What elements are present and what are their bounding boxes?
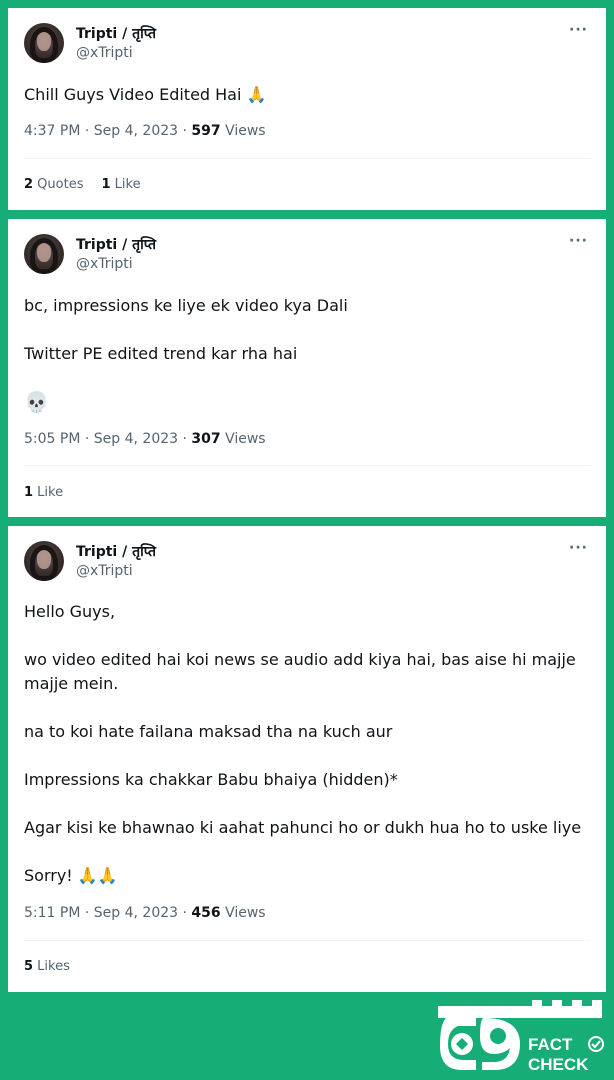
views-label: Views: [220, 431, 266, 447]
tweet-stats: 5 Likes: [24, 959, 88, 974]
display-name[interactable]: Tripti / तृप्ति: [76, 542, 156, 561]
divider: [24, 465, 590, 466]
more-options-icon[interactable]: ···: [569, 540, 588, 556]
skull-emoji: 💀: [24, 390, 49, 414]
logo-word-fact: FACT: [528, 1035, 573, 1054]
views-label: Views: [220, 905, 266, 921]
user-handle[interactable]: @xTripti: [76, 256, 133, 272]
views-count: 307: [191, 431, 221, 447]
tweet-line: na to koi hate failana maksad tha na kuc…: [24, 722, 393, 741]
user-handle[interactable]: @xTripti: [76, 45, 133, 61]
avatar[interactable]: [24, 541, 64, 581]
avatar[interactable]: [24, 23, 64, 63]
timestamp[interactable]: 5:05 PM · Sep 4, 2023 ·: [24, 431, 191, 447]
tweet-line: Sorry! 🙏🙏: [24, 866, 118, 885]
tweet-line: Impressions ka chakkar Babu bhaiya (hidd…: [24, 770, 398, 789]
tweet-text: bc, impressions ke liye ek video kya Dal…: [24, 294, 590, 414]
tweet-line: Chill Guys Video Edited Hai 🙏: [24, 85, 267, 104]
views-label: Views: [220, 123, 266, 139]
timestamp[interactable]: 4:37 PM · Sep 4, 2023 ·: [24, 123, 191, 139]
more-options-icon[interactable]: ···: [569, 22, 588, 38]
timestamp[interactable]: 5:11 PM · Sep 4, 2023 ·: [24, 905, 191, 921]
fact-check-logo: FACT CHECK: [438, 1000, 604, 1074]
views-count: 456: [191, 905, 221, 921]
tweet-meta: 5:05 PM · Sep 4, 2023 · 307 Views: [24, 431, 266, 447]
tweet-meta: 4:37 PM · Sep 4, 2023 · 597 Views: [24, 123, 266, 139]
tweet-stats: 2 Quotes 1 Like: [24, 177, 159, 192]
likes-stat[interactable]: 5 Likes: [24, 959, 70, 974]
tweet-text: Hello Guys, wo video edited hai koi news…: [24, 600, 590, 888]
likes-stat[interactable]: 1 Like: [24, 485, 63, 500]
tweet-line: Twitter PE edited trend kar rha hai: [24, 344, 298, 363]
tweet-line: Agar kisi ke bhawnao ki aahat pahunci ho…: [24, 818, 582, 837]
tweet-line: wo video edited hai koi news se audio ad…: [24, 650, 576, 693]
tweet-card-1[interactable]: Tripti / तृप्ति @xTripti ··· Chill Guys …: [8, 8, 606, 210]
tweet-card-3[interactable]: Tripti / तृप्ति @xTripti ··· Hello Guys,…: [8, 526, 606, 992]
tweet-meta: 5:11 PM · Sep 4, 2023 · 456 Views: [24, 905, 266, 921]
tweet-text: Chill Guys Video Edited Hai 🙏: [24, 83, 590, 107]
quotes-stat[interactable]: 2 Quotes: [24, 177, 83, 192]
avatar[interactable]: [24, 234, 64, 274]
divider: [24, 940, 590, 941]
likes-stat[interactable]: 1 Like: [101, 177, 140, 192]
display-name[interactable]: Tripti / तृप्ति: [76, 235, 156, 254]
logo-word-check: CHECK: [528, 1055, 589, 1074]
views-count: 597: [191, 123, 221, 139]
tweet-line: bc, impressions ke liye ek video kya Dal…: [24, 296, 348, 315]
divider: [24, 158, 590, 159]
tweet-stats: 1 Like: [24, 485, 81, 500]
tweet-line: Hello Guys,: [24, 602, 116, 621]
tweet-card-2[interactable]: Tripti / तृप्ति @xTripti ··· bc, impress…: [8, 219, 606, 517]
more-options-icon[interactable]: ···: [569, 233, 588, 249]
display-name[interactable]: Tripti / तृप्ति: [76, 24, 156, 43]
user-handle[interactable]: @xTripti: [76, 563, 133, 579]
